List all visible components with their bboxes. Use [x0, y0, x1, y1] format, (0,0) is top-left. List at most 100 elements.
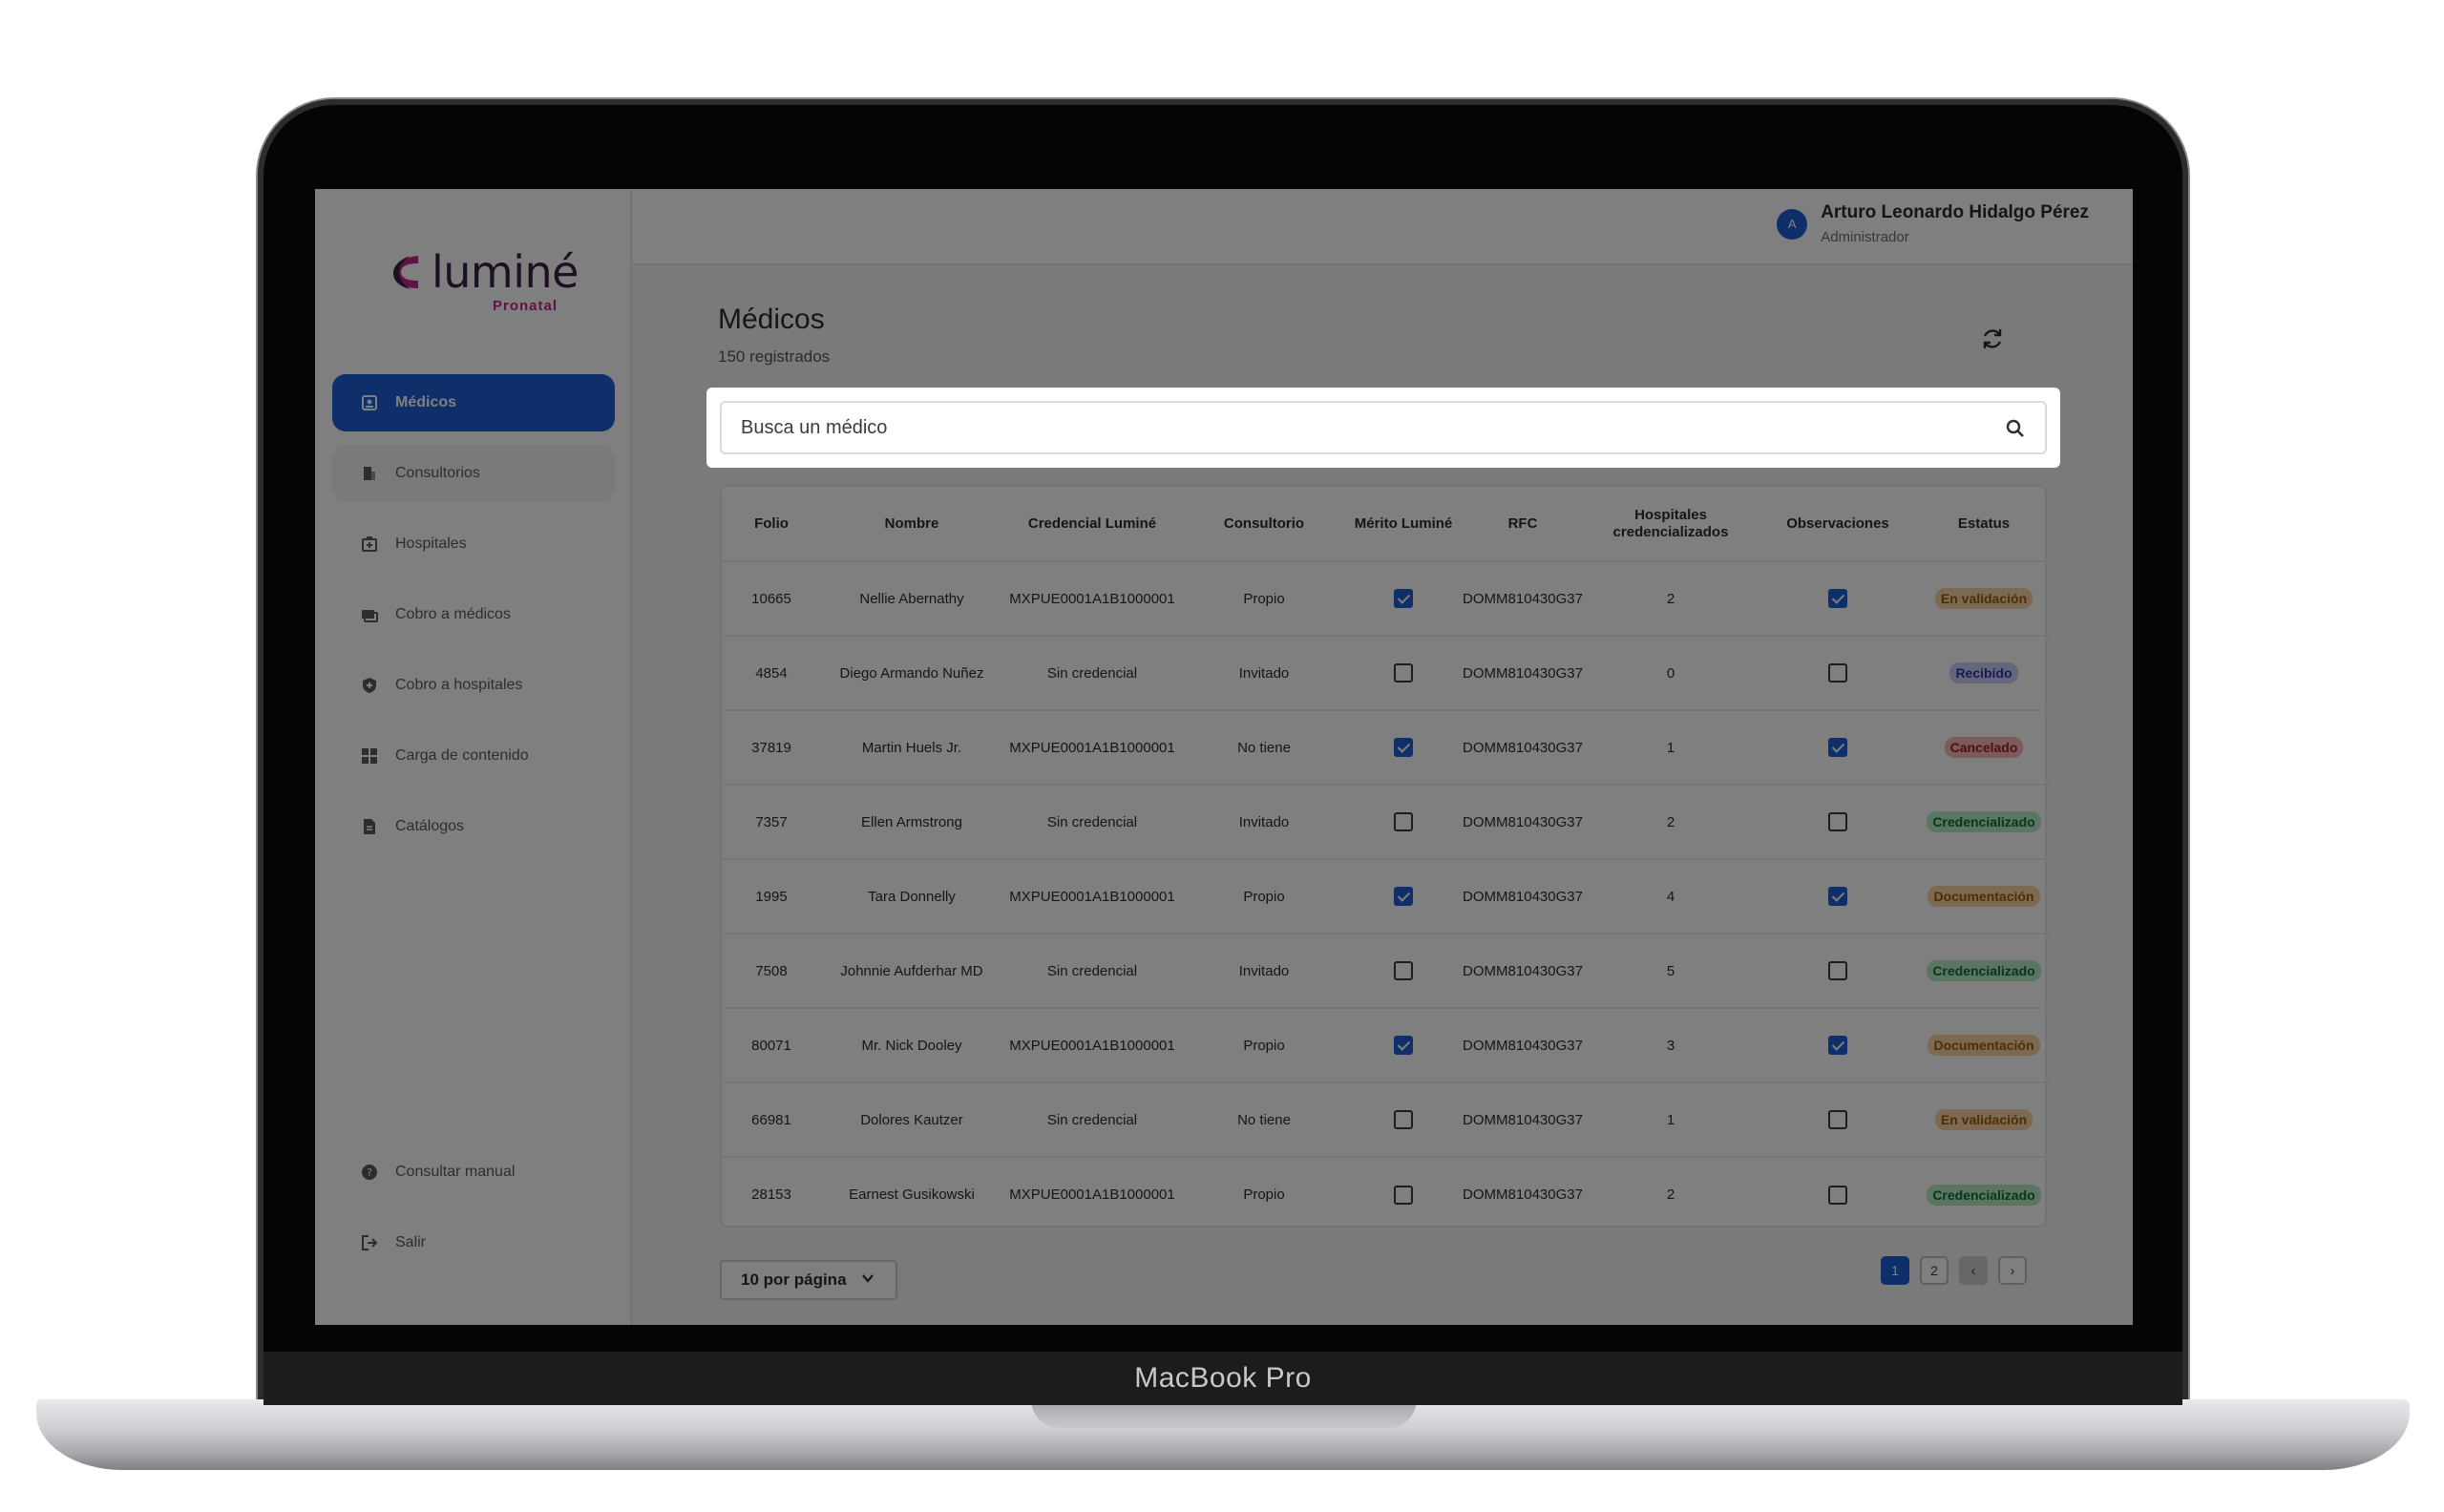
status-cell: Documentación — [1919, 1008, 2049, 1083]
sidebar-item-hospitales[interactable]: Hospitales — [332, 515, 615, 573]
table-row[interactable]: 1995 Tara Donnelly MXPUE0001A1B1000001 Prop… — [722, 859, 2049, 934]
observaciones-checkbox[interactable] — [1828, 663, 1847, 682]
sidebar-bottom: ? Consultar manual Salir — [332, 1144, 615, 1285]
status-badge: Credencializado — [1927, 1184, 2041, 1206]
page-subtitle: 150 registrados — [718, 347, 831, 366]
table-row[interactable]: 37819 Martin Huels Jr. MXPUE0001A1B1000001… — [722, 710, 2049, 786]
sidebar-item-label: Cobro a hospitales — [395, 677, 523, 693]
hospitales-cell: 2 — [1585, 785, 1757, 860]
rfc-cell: DOMM810430G37 — [1461, 785, 1585, 860]
table-row[interactable]: 4854 Diego Armando Nuñez Sin credencial Inv… — [722, 636, 2049, 711]
observaciones-checkbox[interactable] — [1828, 812, 1847, 831]
observaciones-cell — [1757, 1082, 1919, 1158]
sidebar-item-medicos[interactable]: Médicos — [332, 374, 615, 431]
search-icon[interactable] — [2005, 418, 2026, 439]
observaciones-checkbox[interactable] — [1828, 589, 1847, 608]
document-icon — [361, 818, 378, 835]
observaciones-cell — [1757, 859, 1919, 934]
prev-page-button[interactable]: ‹ — [1959, 1256, 1988, 1285]
rfc-cell: DOMM810430G37 — [1461, 1082, 1585, 1158]
next-page-button[interactable]: › — [1998, 1256, 2027, 1285]
building-icon — [361, 465, 378, 482]
per-page-label: 10 por página — [741, 1270, 847, 1289]
merito-cell — [1346, 636, 1461, 711]
merito-checkbox[interactable] — [1394, 663, 1413, 682]
rfc-cell: DOMM810430G37 — [1461, 934, 1585, 1009]
search-placeholder: Busca un médico — [741, 416, 888, 438]
medicos-table: Folio Nombre Credencial Luminé Consultorio M… — [720, 485, 2049, 1231]
rfc-cell: DOMM810430G37 — [1461, 1008, 1585, 1083]
search-input[interactable]: Busca un médico — [720, 401, 2047, 454]
folio-cell: 1995 — [722, 859, 821, 934]
merito-checkbox[interactable] — [1394, 812, 1413, 831]
sidebar-item-salir[interactable]: Salir — [332, 1214, 615, 1271]
credencial-cell: Sin credencial — [1002, 785, 1182, 860]
folio-cell: 80071 — [722, 1008, 821, 1083]
hospitales-cell: 1 — [1585, 710, 1757, 786]
observaciones-checkbox[interactable] — [1828, 887, 1847, 906]
merito-checkbox[interactable] — [1394, 1110, 1413, 1129]
sidebar-item-cobro-medicos[interactable]: Cobro a médicos — [332, 586, 615, 643]
rfc-cell: DOMM810430G37 — [1461, 859, 1585, 934]
column-header: Mérito Luminé — [1346, 487, 1461, 562]
status-badge: Documentación — [1928, 886, 2040, 907]
help-icon: ? — [361, 1164, 378, 1181]
table-row[interactable]: 7357 Ellen Armstrong Sin credencial Invitad… — [722, 785, 2049, 860]
nombre-cell: Ellen Armstrong — [821, 785, 1002, 860]
pagination: 1 2 ‹ › — [1881, 1256, 2037, 1285]
observaciones-checkbox[interactable] — [1828, 961, 1847, 980]
observaciones-checkbox[interactable] — [1828, 1036, 1847, 1055]
consultorio-cell: Propio — [1182, 561, 1346, 637]
sidebar-item-cobro-hospitales[interactable]: Cobro a hospitales — [332, 657, 615, 714]
credencial-cell: MXPUE0001A1B1000001 — [1002, 1008, 1182, 1083]
hospitales-cell: 1 — [1585, 1082, 1757, 1158]
table-row[interactable]: 7508 Johnnie Aufderhar MD Sin credencial In… — [722, 934, 2049, 1009]
consultorio-cell: Invitado — [1182, 785, 1346, 860]
sidebar-item-label: Consultorios — [395, 465, 480, 481]
sidebar-item-catalogos[interactable]: Catálogos — [332, 798, 615, 855]
sidebar-item-consultorios[interactable]: Consultorios — [332, 445, 615, 502]
rfc-cell: DOMM810430G37 — [1463, 1186, 1583, 1203]
user-role: Administrador — [1821, 229, 1909, 245]
sidebar: luminé Pronatal Médicos Consultorios Hos… — [315, 189, 632, 1325]
status-cell: Recibido — [1919, 636, 2049, 711]
page-button-2[interactable]: 2 — [1920, 1256, 1949, 1285]
merito-checkbox[interactable] — [1394, 589, 1413, 608]
sidebar-item-label: Médicos — [395, 394, 457, 410]
sidebar-item-manual[interactable]: ? Consultar manual — [332, 1144, 615, 1201]
refresh-icon[interactable] — [1978, 325, 2007, 353]
credencial-cell: MXPUE0001A1B1000001 — [1009, 1186, 1175, 1203]
merito-checkbox[interactable] — [1394, 738, 1413, 757]
merito-checkbox[interactable] — [1394, 961, 1413, 980]
nombre-cell: Dolores Kautzer — [821, 1082, 1002, 1158]
page-button-1[interactable]: 1 — [1881, 1256, 1909, 1285]
user-menu[interactable]: A Arturo Leonardo Hidalgo Pérez Administ… — [1777, 202, 2089, 245]
nombre-cell: Tara Donnelly — [821, 859, 1002, 934]
svg-text:?: ? — [367, 1166, 372, 1179]
observaciones-cell — [1757, 934, 1919, 1009]
folio-cell: 37819 — [722, 710, 821, 786]
status-cell: Cancelado — [1919, 710, 2049, 786]
merito-cell — [1346, 1157, 1461, 1231]
merito-checkbox[interactable] — [1394, 1036, 1413, 1055]
merito-checkbox[interactable] — [1394, 1185, 1413, 1205]
merito-checkbox[interactable] — [1394, 887, 1413, 906]
sidebar-item-label: Consultar manual — [395, 1164, 516, 1180]
folio-cell: 7357 — [722, 785, 821, 860]
column-header: Credencial Luminé — [1002, 487, 1182, 562]
consultorio-cell: Propio — [1182, 1008, 1346, 1083]
column-header: RFC — [1461, 487, 1585, 562]
observaciones-checkbox[interactable] — [1828, 738, 1847, 757]
folio-cell: 4854 — [722, 636, 821, 711]
table-row[interactable]: 66981 Dolores Kautzer Sin credencial No tie… — [722, 1082, 2049, 1158]
sidebar-item-carga-contenido[interactable]: Carga de contenido — [332, 727, 615, 785]
status-cell: Credencializado — [1919, 1157, 2049, 1231]
table-row[interactable]: 80071 Mr. Nick Dooley MXPUE0001A1B1000001 P… — [722, 1008, 2049, 1083]
observaciones-checkbox[interactable] — [1828, 1185, 1847, 1205]
merito-cell — [1346, 934, 1461, 1009]
table-row[interactable]: 28153 Earnest Gusikowski MXPUE0001A1B10000… — [722, 1157, 2049, 1231]
per-page-select[interactable]: 10 por página — [720, 1260, 897, 1300]
table-row[interactable]: 10665 Nellie Abernathy MXPUE0001A1B1000001… — [722, 561, 2049, 637]
observaciones-checkbox[interactable] — [1828, 1110, 1847, 1129]
badge-icon — [361, 394, 378, 411]
